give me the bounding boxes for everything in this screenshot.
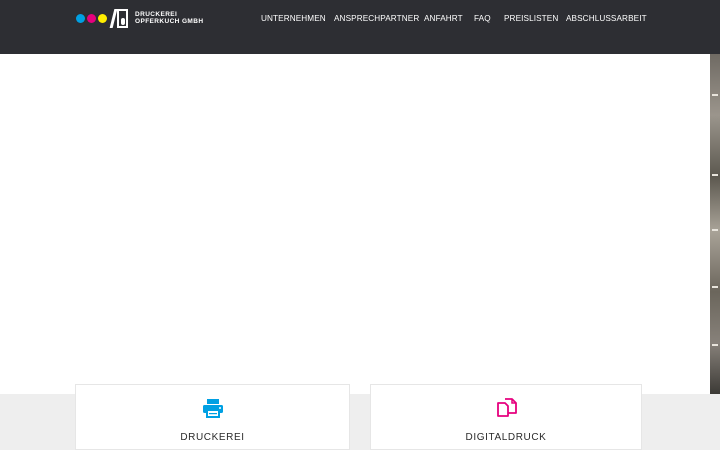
service-card-druckerei[interactable]: DRUCKEREI: [75, 384, 350, 450]
documents-icon: [497, 398, 517, 417]
site-header: DRUCKEREI OPFERKUCH GMBH UNTERNEHMEN ANS…: [0, 0, 720, 54]
service-title-digitaldruck: DIGITALDRUCK: [465, 432, 547, 443]
hero-image-edge: [710, 54, 720, 394]
nav-abschlussarbeit[interactable]: ABSCHLUSSARBEIT: [566, 14, 647, 23]
service-title-druckerei: DRUCKEREI: [180, 432, 245, 443]
service-card-digitaldruck[interactable]: DIGITALDRUCK: [370, 384, 642, 450]
nav-anfahrt[interactable]: ANFAHRT: [424, 14, 463, 23]
nav-ansprechpartner[interactable]: ANSPRECHPARTNER: [334, 14, 419, 23]
main-nav: UNTERNEHMEN ANSPRECHPARTNER ANFAHRT FAQ …: [0, 14, 720, 26]
nav-faq[interactable]: FAQ: [474, 14, 491, 23]
nav-unternehmen[interactable]: UNTERNEHMEN: [261, 14, 326, 23]
printer-icon: [203, 399, 223, 418]
nav-preislisten[interactable]: PREISLISTEN: [504, 14, 558, 23]
